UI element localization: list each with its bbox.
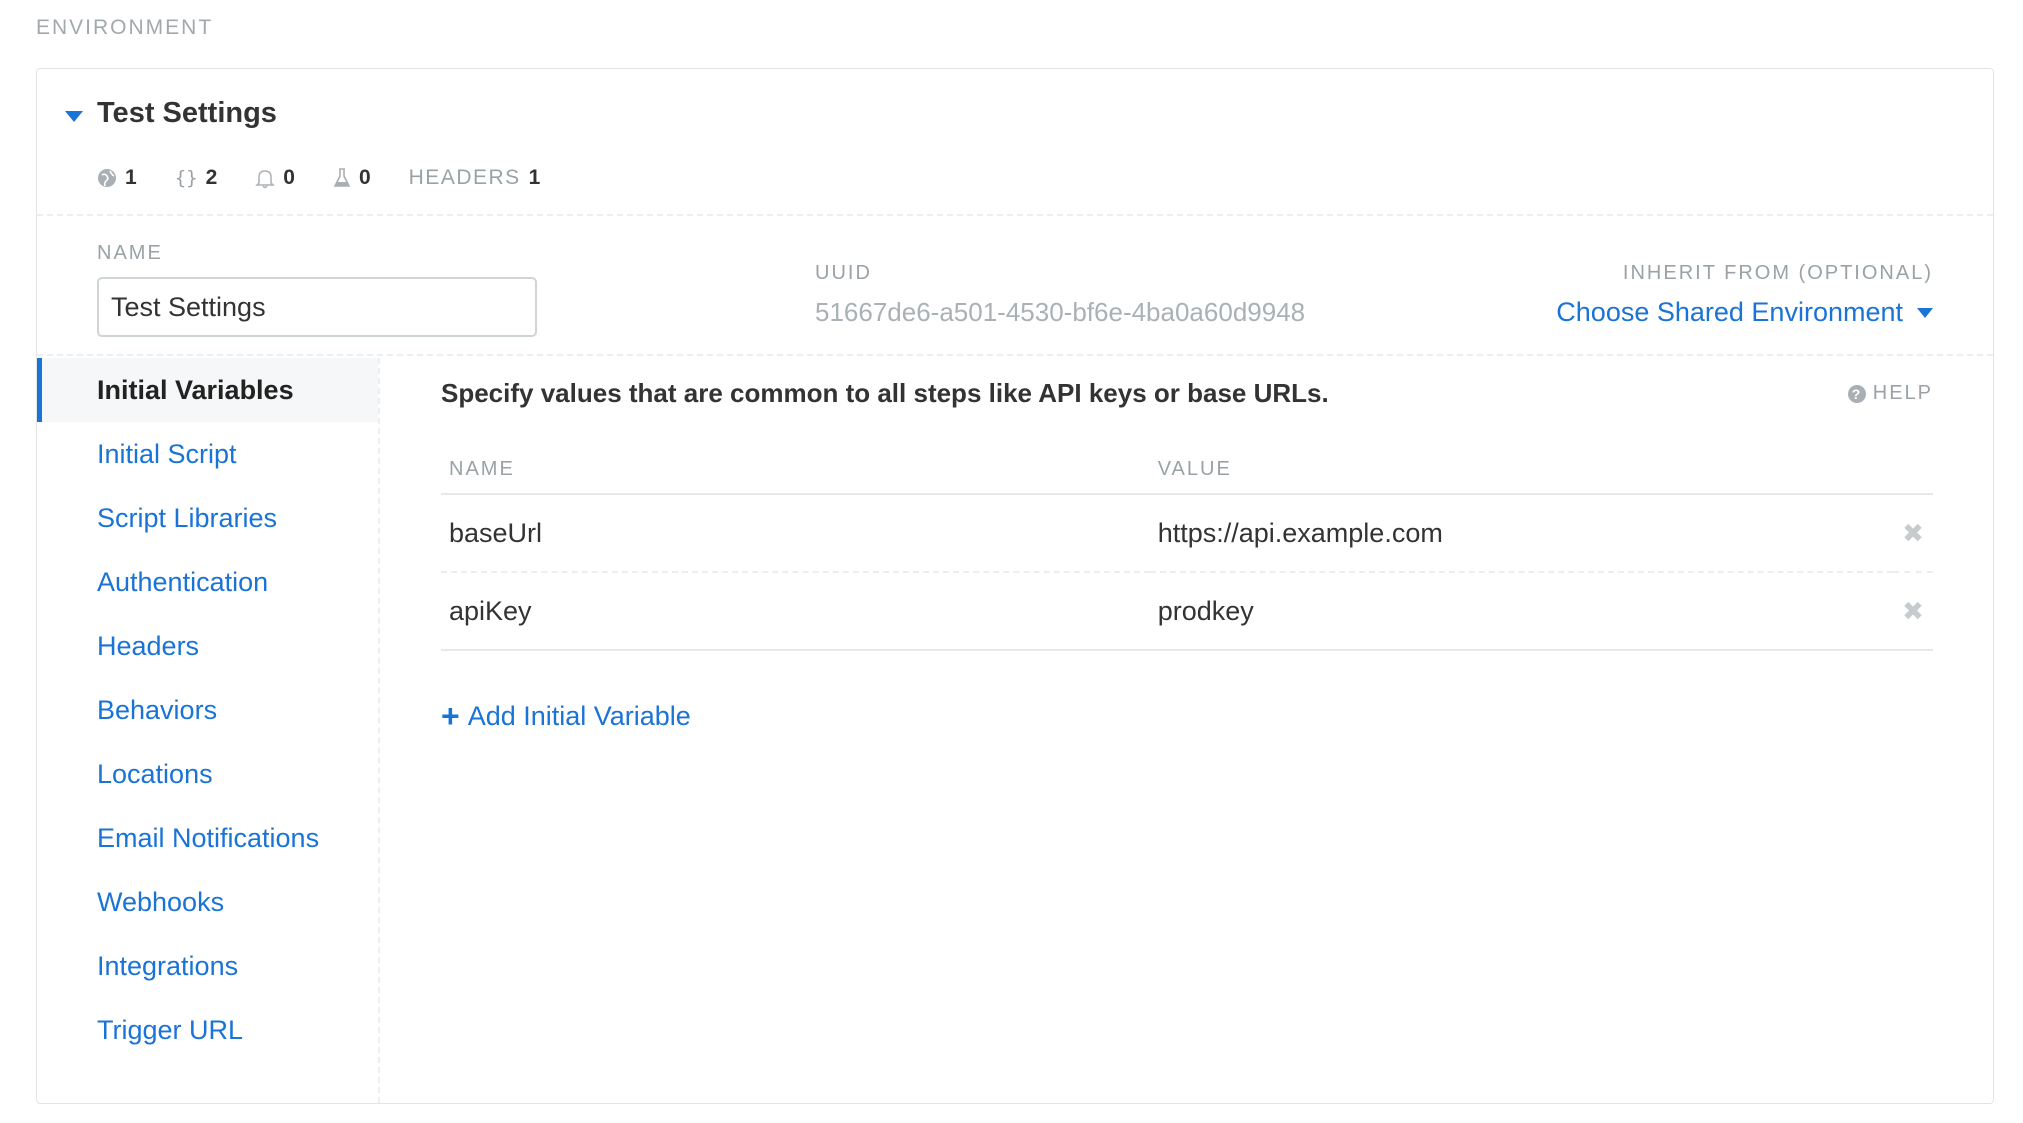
sidebar-item-initial-script[interactable]: Initial Script [37,422,378,486]
card-header: Test Settings 1 {} 2 0 0 HEADERS 1 [37,69,1993,216]
table-row: baseUrl https://api.example.com ✖ [441,494,1933,573]
headers-label: HEADERS [408,166,521,189]
sidebar-item-trigger-url[interactable]: Trigger URL [37,998,378,1062]
column-header-name: NAME [441,446,1150,495]
globe-icon [97,168,117,188]
table-header-row: NAME VALUE [441,446,1933,495]
variable-value-cell[interactable]: https://api.example.com [1149,494,1893,573]
stat-braces-value: 2 [205,166,218,189]
initial-variables-panel: Specify values that are common to all st… [441,358,1933,1103]
sidebar-item-script-libraries[interactable]: Script Libraries [37,486,378,550]
sidebar-item-locations[interactable]: Locations [37,742,378,806]
variable-name-cell[interactable]: apiKey [441,572,1150,651]
column-header-value: VALUE [1149,446,1893,495]
sidebar-item-headers[interactable]: Headers [37,614,378,678]
inherit-label: INHERIT FROM (OPTIONAL) [1622,262,1933,284]
stats-bar: 1 {} 2 0 0 HEADERS 1 [97,163,578,193]
headers-count: 1 [528,166,541,189]
svg-text:?: ? [1851,386,1862,402]
stat-bell-value: 0 [283,166,295,189]
braces-icon: {} [174,167,198,189]
flask-icon [333,167,351,189]
stat-flask-value: 0 [358,166,371,189]
meta-row: NAME UUID 51667de6-a501-4530-bf6e-4ba0a6… [37,218,1993,356]
card-title: Test Settings [97,97,277,129]
choose-shared-environment-dropdown[interactable]: Choose Shared Environment [1556,297,1933,328]
chevron-down-icon [1917,307,1933,318]
stat-braces: {} 2 [175,166,218,190]
stat-flask: 0 [333,166,371,190]
name-block: NAME [97,242,537,337]
sidebar-item-behaviors[interactable]: Behaviors [37,678,378,742]
uuid-value: 51667de6-a501-4530-bf6e-4ba0a60d9948 [815,297,1306,327]
stat-bell: 0 [255,166,295,190]
plus-icon: + [441,698,460,734]
variable-value-cell[interactable]: prodkey [1149,572,1893,651]
sidebar-item-email-notifications[interactable]: Email Notifications [37,806,378,870]
stat-globe: 1 [97,166,137,190]
column-header-actions [1893,446,1933,495]
settings-sidebar: Initial Variables Initial Script Script … [37,358,380,1103]
uuid-label: UUID [815,262,872,284]
uuid-block: UUID 51667de6-a501-4530-bf6e-4ba0a60d994… [815,262,1305,328]
environment-card: Test Settings 1 {} 2 0 0 HEADERS 1 NAME … [36,68,1994,1104]
add-initial-variable-label: Add Initial Variable [467,701,691,731]
name-input[interactable] [97,277,537,337]
name-label: NAME [97,242,163,264]
sidebar-item-webhooks[interactable]: Webhooks [37,870,378,934]
sidebar-item-initial-variables[interactable]: Initial Variables [37,358,378,422]
delete-row-icon[interactable]: ✖ [1893,572,1933,651]
variable-name-cell[interactable]: baseUrl [441,494,1150,573]
bell-icon [255,167,276,189]
sidebar-item-integrations[interactable]: Integrations [37,934,378,998]
table-row: apiKey prodkey ✖ [441,572,1933,651]
help-label: HELP [1872,382,1933,404]
collapse-caret-icon[interactable] [65,111,83,122]
panel-description: Specify values that are common to all st… [441,378,1329,408]
add-initial-variable-button[interactable]: + Add Initial Variable [441,698,691,735]
delete-row-icon[interactable]: ✖ [1893,494,1933,573]
stat-headers: HEADERS 1 [409,166,541,190]
variables-table: NAME VALUE baseUrl https://api.example.c… [441,446,1933,651]
help-icon: ? [1847,384,1867,404]
section-label: ENVIRONMENT [36,16,214,39]
sidebar-item-authentication[interactable]: Authentication [37,550,378,614]
inherit-block: INHERIT FROM (OPTIONAL) Choose Shared En… [1556,262,1933,328]
choose-shared-environment-label: Choose Shared Environment [1556,297,1903,327]
stat-globe-value: 1 [125,166,137,189]
help-link[interactable]: ? HELP [1847,382,1933,405]
